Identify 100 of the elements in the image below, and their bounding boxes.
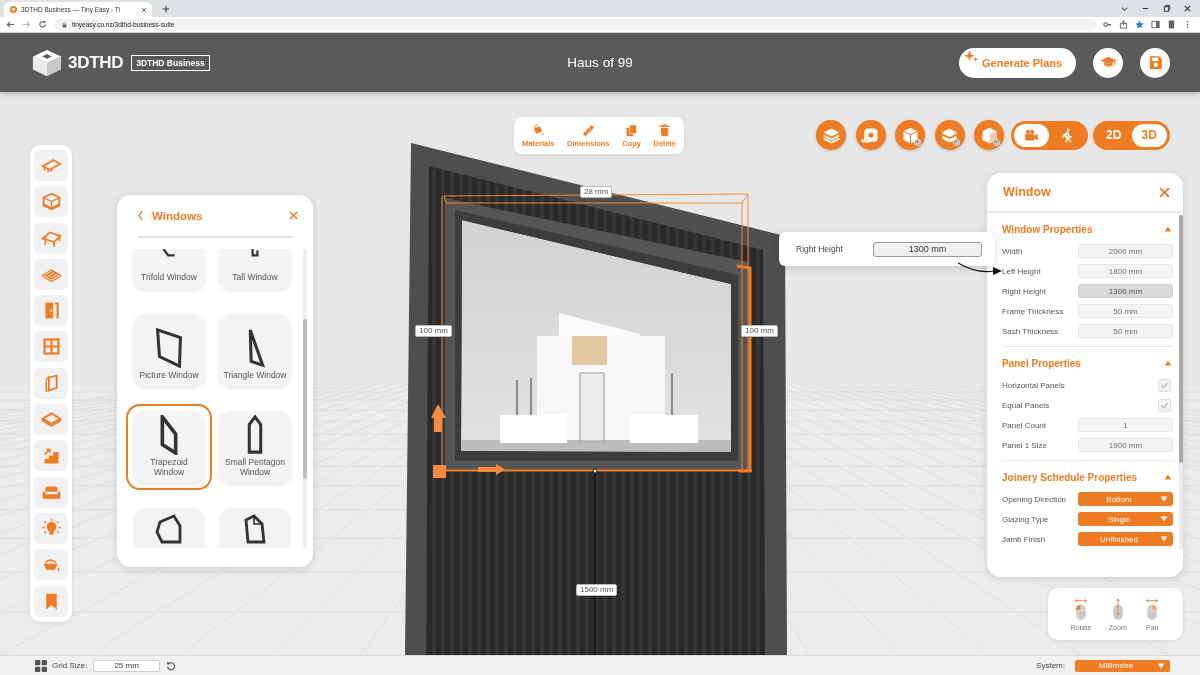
section-title: Panel Properties [1002, 357, 1081, 369]
logo-text: 3DTHD [68, 52, 124, 73]
restore-icon[interactable] [1162, 4, 1171, 13]
sidebar-button[interactable] [34, 476, 68, 508]
sidebar-button[interactable] [34, 440, 68, 472]
field-label: Panel 1 Size [1002, 440, 1047, 450]
window-option[interactable]: Picture Window [126, 306, 212, 393]
grid-icon [35, 659, 47, 672]
mouse-left-button-icon [1073, 597, 1090, 621]
caret-up-icon[interactable] [1164, 225, 1172, 233]
trash-icon [657, 123, 673, 138]
sidebar-button[interactable] [34, 150, 68, 181]
option-label: Picture Window [138, 369, 200, 380]
new-tab-icon[interactable] [162, 5, 170, 13]
sidebar-button[interactable] [34, 258, 68, 290]
caret-up-icon[interactable] [1164, 359, 1172, 367]
dropdown[interactable]: Single [1078, 512, 1173, 526]
cube-logo-icon [30, 47, 64, 78]
field-label: Right Height [796, 244, 843, 254]
dropdown[interactable]: Unfinished [1078, 532, 1173, 546]
sidebar-button[interactable] [34, 367, 68, 399]
sidebar-icon[interactable] [1151, 20, 1160, 29]
value-field[interactable]: 1800 mm [1078, 264, 1173, 278]
field-label: Equal Panels [1002, 400, 1050, 410]
save-button[interactable] [1140, 47, 1170, 78]
window-option[interactable]: Small Pentagon Window [212, 403, 298, 490]
option-label: Triangle Window [222, 369, 288, 380]
value-field[interactable]: 50 mm [1078, 304, 1173, 318]
field-label: Panel Count [1002, 420, 1047, 430]
pointer-arrow [957, 262, 1003, 278]
dropdown[interactable]: Bottom [1078, 492, 1173, 506]
panel-title: Window [1003, 185, 1051, 199]
sidebar-button[interactable] [34, 549, 68, 581]
sidebar-button[interactable] [34, 512, 68, 544]
field-label: Opening Direction [1002, 494, 1067, 504]
value-field[interactable]: 1 [1078, 418, 1173, 432]
window-option[interactable]: Tall Window [212, 248, 298, 296]
window-icon [40, 336, 62, 358]
field-label: Left Height [1002, 266, 1041, 276]
forward-icon[interactable] [22, 20, 31, 29]
view-mode-tab[interactable]: 2D [1096, 123, 1132, 147]
back-icon[interactable] [6, 20, 15, 29]
corner-handle[interactable] [433, 465, 446, 478]
dimension-label: 100 mm [741, 325, 778, 337]
reload-icon[interactable] [38, 20, 47, 29]
value-field[interactable]: 1900 mm [1078, 438, 1173, 452]
dimension-label: 1500 mm [576, 584, 618, 596]
mode-option[interactable] [1013, 123, 1049, 147]
panel-title: Windows [152, 209, 203, 222]
hexagon-icon [154, 513, 184, 544]
caret-down-icon [1157, 661, 1165, 670]
dimension-label: 28 mm [580, 186, 613, 198]
sidebar-button[interactable] [34, 186, 68, 218]
window-option[interactable]: Triangle Window [212, 306, 298, 393]
view-mode-tab[interactable]: 3D [1131, 123, 1167, 147]
sparkle-icon [964, 49, 979, 63]
sidebar-button[interactable] [34, 404, 68, 436]
caret-down-icon [1160, 515, 1168, 523]
edition-badge: 3DTHD Business [131, 54, 210, 71]
field-label: Jamb Finish [1002, 534, 1046, 544]
scrollbar[interactable] [303, 248, 307, 548]
section-title: Joinery Schedule Properties [1002, 471, 1138, 483]
sidebar-button[interactable] [34, 585, 68, 617]
option-label: Trifold Window [140, 271, 198, 282]
value-field[interactable]: 50 mm [1078, 324, 1173, 338]
profile-icon[interactable] [1167, 20, 1176, 29]
sidebar-button[interactable] [34, 331, 68, 363]
window-option[interactable]: Trifold Window [126, 248, 212, 296]
window-option[interactable]: Trapezoid Window [126, 403, 212, 490]
move-right-handle[interactable] [478, 464, 505, 475]
sidebar-button[interactable] [34, 295, 68, 327]
value-field[interactable]: 2000 mm [1078, 244, 1173, 258]
reset-icon[interactable] [166, 660, 177, 671]
unit-dropdown[interactable]: Millimetre [1075, 659, 1170, 672]
star-icon[interactable] [1135, 20, 1144, 29]
value-field[interactable]: 1300 mm [873, 241, 982, 257]
option-label: Small Pentagon Window [224, 456, 286, 477]
grid-size-field[interactable]: 25 mm [93, 659, 161, 672]
lock-icon [62, 21, 67, 28]
close-icon[interactable] [1183, 4, 1192, 13]
scrollbar[interactable] [1179, 215, 1183, 550]
move-up-handle[interactable] [431, 404, 446, 432]
back-icon[interactable] [137, 210, 144, 221]
close-icon[interactable] [141, 6, 147, 13]
generate-plans-button[interactable]: Generate Plans [959, 47, 1076, 78]
chevron-down-icon[interactable] [1120, 4, 1129, 13]
graduation-cap-button[interactable] [1093, 47, 1123, 78]
sidebar-button[interactable] [34, 222, 68, 254]
value-field[interactable]: 1300 mm [1078, 284, 1173, 298]
field-label: Horizontal Panels [1002, 380, 1065, 390]
share-icon[interactable] [1119, 20, 1128, 29]
favicon-icon [10, 6, 17, 13]
key-icon[interactable] [1103, 20, 1112, 29]
checkbox[interactable] [1158, 378, 1171, 392]
option-label: Tall Window [231, 271, 279, 282]
project-title: Haus of 99 [567, 55, 633, 70]
copy-icon [624, 123, 640, 138]
checkbox[interactable] [1158, 398, 1171, 412]
cube-icon [40, 191, 62, 213]
caret-up-icon[interactable] [1164, 473, 1172, 481]
